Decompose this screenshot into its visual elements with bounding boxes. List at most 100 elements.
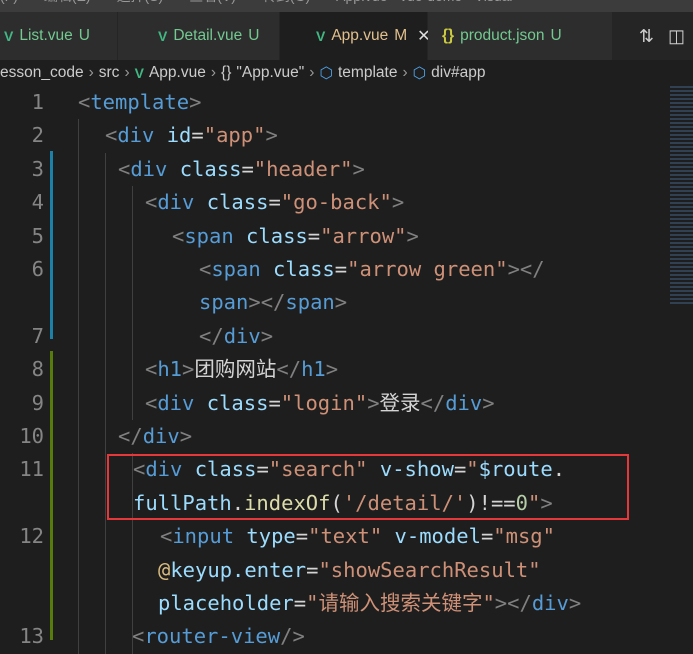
line-code: <input type="text" v-model="msg" <box>160 520 555 553</box>
code-token: > <box>189 90 202 114</box>
line-code: <div class="login">登录</div> <box>145 387 495 420</box>
code-token: class <box>167 156 242 181</box>
code-token: template <box>90 90 190 114</box>
code-token: </ <box>276 357 302 382</box>
code-token: "text" <box>308 524 383 549</box>
vue-icon: V <box>158 28 168 44</box>
line-number: 1 <box>31 90 44 114</box>
code-token: > <box>334 290 348 315</box>
code-line[interactable]: @keyup.enter="showSearchResult" <box>0 554 660 587</box>
compare-changes-icon[interactable]: ⇅ <box>639 26 654 47</box>
split-editor-icon[interactable]: ◫ <box>668 26 685 47</box>
line-code: <h1>团购网站</h1> <box>145 353 338 386</box>
vue-icon: V <box>316 28 326 44</box>
breadcrumb-item[interactable]: div#app <box>431 64 485 82</box>
vue-icon: V <box>4 28 14 44</box>
editor-tabs: V List.vue U V Detail.vue U V App.vue M ✕{} produc… <box>0 12 693 60</box>
code-token: type <box>234 524 296 549</box>
code-token: "arrow green" <box>347 257 508 281</box>
code-editor[interactable]: 1 <template> 2 <div id="app"> 3 <div class="h… <box>0 86 693 654</box>
code-token: </ <box>199 323 224 348</box>
code-line[interactable]: 3 <div class="header"> <box>0 153 660 186</box>
line-code: @keyup.enter="showSearchResult" <box>158 554 541 587</box>
breadcrumb-item[interactable]: template <box>338 64 397 82</box>
code-token: = <box>306 557 319 582</box>
tab-Detail-vue[interactable]: V Detail.vue U <box>118 12 280 60</box>
code-token: span <box>184 223 234 248</box>
code-token: div <box>223 323 261 348</box>
highlight-box <box>107 454 629 520</box>
code-token: < <box>145 390 158 415</box>
indent-guide <box>105 152 106 654</box>
code-line[interactable]: span></span> <box>0 286 660 319</box>
tab-List-vue[interactable]: V List.vue U <box>0 12 118 60</box>
code-token: < <box>199 257 212 281</box>
line-code: span></span> <box>199 286 347 319</box>
breadcrumb-item[interactable]: esson_code <box>0 64 84 82</box>
breadcrumb-item[interactable]: src <box>99 64 120 82</box>
line-code: <div class="go-back"> <box>145 186 404 219</box>
code-token: </ <box>118 424 143 448</box>
chevron-right-icon: › <box>402 64 408 81</box>
breadcrumb-item[interactable]: "App.vue" <box>236 64 304 82</box>
tab-label: product.json <box>460 27 545 44</box>
code-line[interactable]: 1 <template> <box>0 86 660 119</box>
code-token: = <box>295 524 309 549</box>
code-token: = <box>307 223 321 248</box>
code-token: > <box>391 190 405 215</box>
code-line[interactable]: 6 <span class="arrow green"></ <box>0 253 660 286</box>
git-change-marker[interactable] <box>50 351 53 640</box>
code-token: "arrow" <box>320 223 407 248</box>
code-token: @ <box>158 557 171 582</box>
code-token: > <box>260 323 274 348</box>
code-line[interactable]: 10 </div> <box>0 420 660 453</box>
code-token: > <box>179 424 193 448</box>
line-number: 7 <box>31 323 44 348</box>
line-code: <span class="arrow green"></ <box>199 253 545 286</box>
code-line[interactable]: 4 <div class="go-back"> <box>0 186 660 219</box>
breadcrumb-item[interactable]: App.vue <box>149 64 206 82</box>
tab-toolbar: ⇅ ◫ <box>638 12 693 60</box>
code-line[interactable]: 8 <h1>团购网站</h1> <box>0 353 660 386</box>
git-status-badge: U <box>78 27 90 44</box>
braces-icon: {} <box>221 64 232 81</box>
code-token: div <box>117 123 155 148</box>
code-line[interactable]: 5 <span class="arrow"> <box>0 220 660 253</box>
code-token: keyup.enter <box>170 557 307 582</box>
code-line[interactable]: 9 <div class="login">登录</div> <box>0 387 660 420</box>
code-token: "app" <box>203 123 266 148</box>
code-token: "showSearchResult" <box>318 557 541 582</box>
tab-App-vue[interactable]: V App.vue M ✕ <box>280 12 431 60</box>
code-line[interactable]: 7 </div> <box>0 320 660 353</box>
code-token: span <box>211 257 261 281</box>
code-line[interactable]: placeholder="请输入搜索关键字"></div> <box>0 587 660 620</box>
line-number: 12 <box>19 524 44 549</box>
tab-product-json[interactable]: {} product.json U <box>428 12 613 60</box>
tab-label: App.vue <box>331 27 389 44</box>
line-number: 6 <box>31 257 44 281</box>
code-token: v-model <box>382 524 481 549</box>
code-token: class <box>194 190 269 215</box>
line-code: placeholder="请输入搜索关键字"></div> <box>158 587 581 620</box>
code-token: span <box>285 290 335 315</box>
code-token: h1 <box>301 357 326 382</box>
code-token: < <box>118 156 131 181</box>
code-token: 登录 <box>379 390 421 415</box>
minimap[interactable] <box>670 86 693 306</box>
git-status-badge: U <box>248 27 260 44</box>
indent-guide <box>132 186 133 420</box>
git-change-marker[interactable] <box>50 150 53 340</box>
code-line[interactable]: 12 <input type="text" v-model="msg" <box>0 520 660 553</box>
code-token: div <box>130 156 168 181</box>
code-token: "go-back" <box>280 190 392 215</box>
code-token: > <box>325 357 339 382</box>
code-line[interactable]: 2 <div id="app"> <box>0 119 660 152</box>
code-token: "header" <box>253 156 353 181</box>
code-token: = <box>191 123 204 148</box>
line-number: 9 <box>31 390 44 415</box>
line-number: 8 <box>31 357 44 382</box>
code-token: class <box>194 390 269 415</box>
code-token: span <box>199 290 249 315</box>
code-token: 团购网站 <box>194 357 277 382</box>
chevron-right-icon: › <box>309 64 315 81</box>
